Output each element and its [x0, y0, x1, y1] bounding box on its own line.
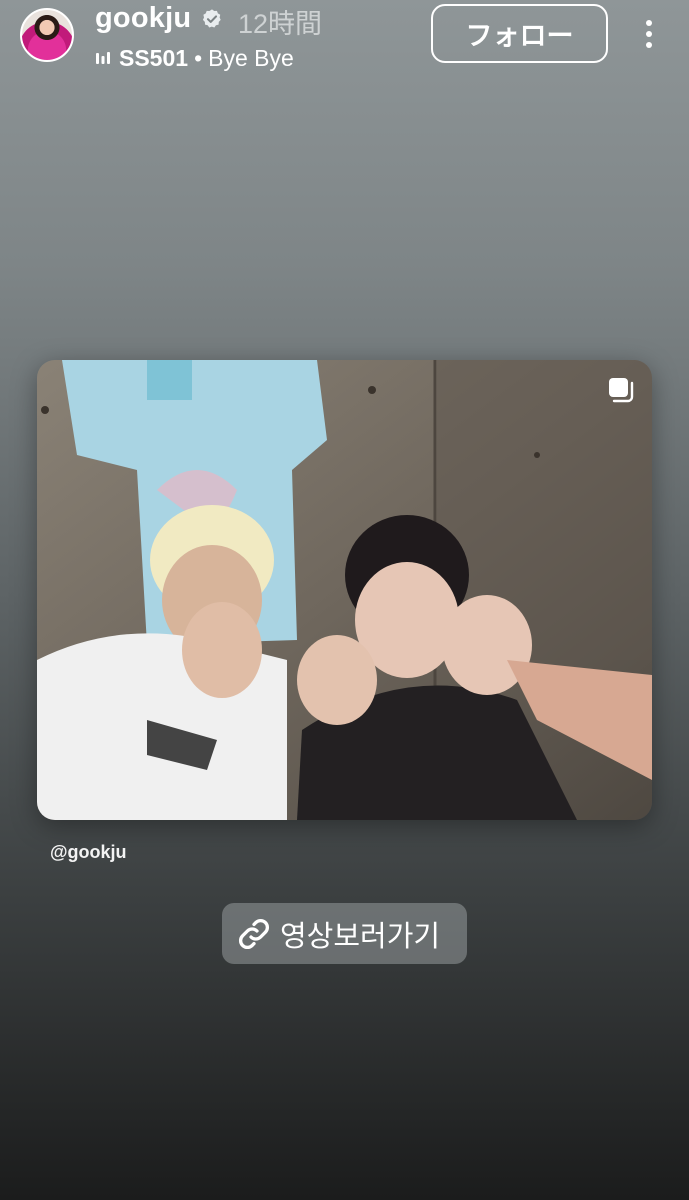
post-photo-image	[37, 360, 652, 820]
music-info[interactable]: SS501 • Bye Bye	[95, 44, 294, 72]
username[interactable]: gookju	[95, 2, 191, 35]
multiple-photos-icon	[609, 378, 634, 403]
link-icon	[239, 918, 269, 949]
story-header: gookju 12時間 SS501 • Bye Bye フォロー	[0, 0, 689, 80]
music-artist: SS501	[119, 44, 189, 71]
post-photo[interactable]	[37, 360, 652, 820]
mention-tag[interactable]: @gookju	[50, 842, 127, 863]
link-sticker-label: 영상보러가기	[280, 918, 441, 953]
post-time: 12時間	[238, 9, 323, 39]
link-sticker[interactable]: 영상보러가기	[222, 903, 467, 964]
audio-bars-icon	[96, 52, 110, 64]
avatar[interactable]	[20, 8, 74, 62]
music-separator: •	[194, 44, 203, 71]
more-vertical-icon[interactable]	[636, 14, 662, 54]
follow-button[interactable]: フォロー	[431, 4, 608, 63]
music-title: Bye Bye	[208, 44, 294, 71]
verified-badge-icon	[202, 9, 221, 28]
